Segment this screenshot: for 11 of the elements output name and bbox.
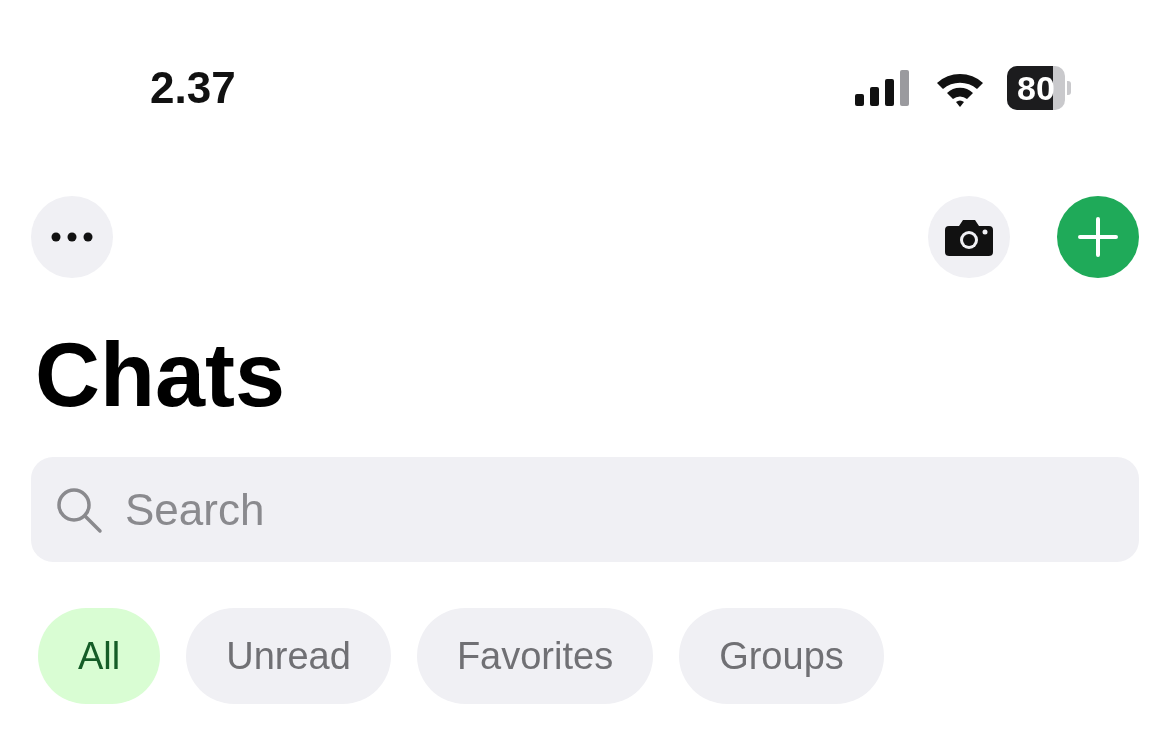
search-field[interactable]: Search xyxy=(31,457,1139,562)
filter-chip[interactable]: All xyxy=(38,608,161,704)
page-title: Chats xyxy=(35,330,287,420)
plus-icon xyxy=(1078,217,1118,257)
search-icon xyxy=(55,485,103,534)
filter-chip[interactable]: Unread xyxy=(186,608,391,704)
filter-chip[interactable]: Favorites xyxy=(416,608,654,704)
filter-chip[interactable]: Groups xyxy=(679,608,884,704)
status-time: 2.37 xyxy=(150,65,236,110)
camera-icon xyxy=(945,218,993,256)
ellipsis-icon xyxy=(51,232,93,242)
